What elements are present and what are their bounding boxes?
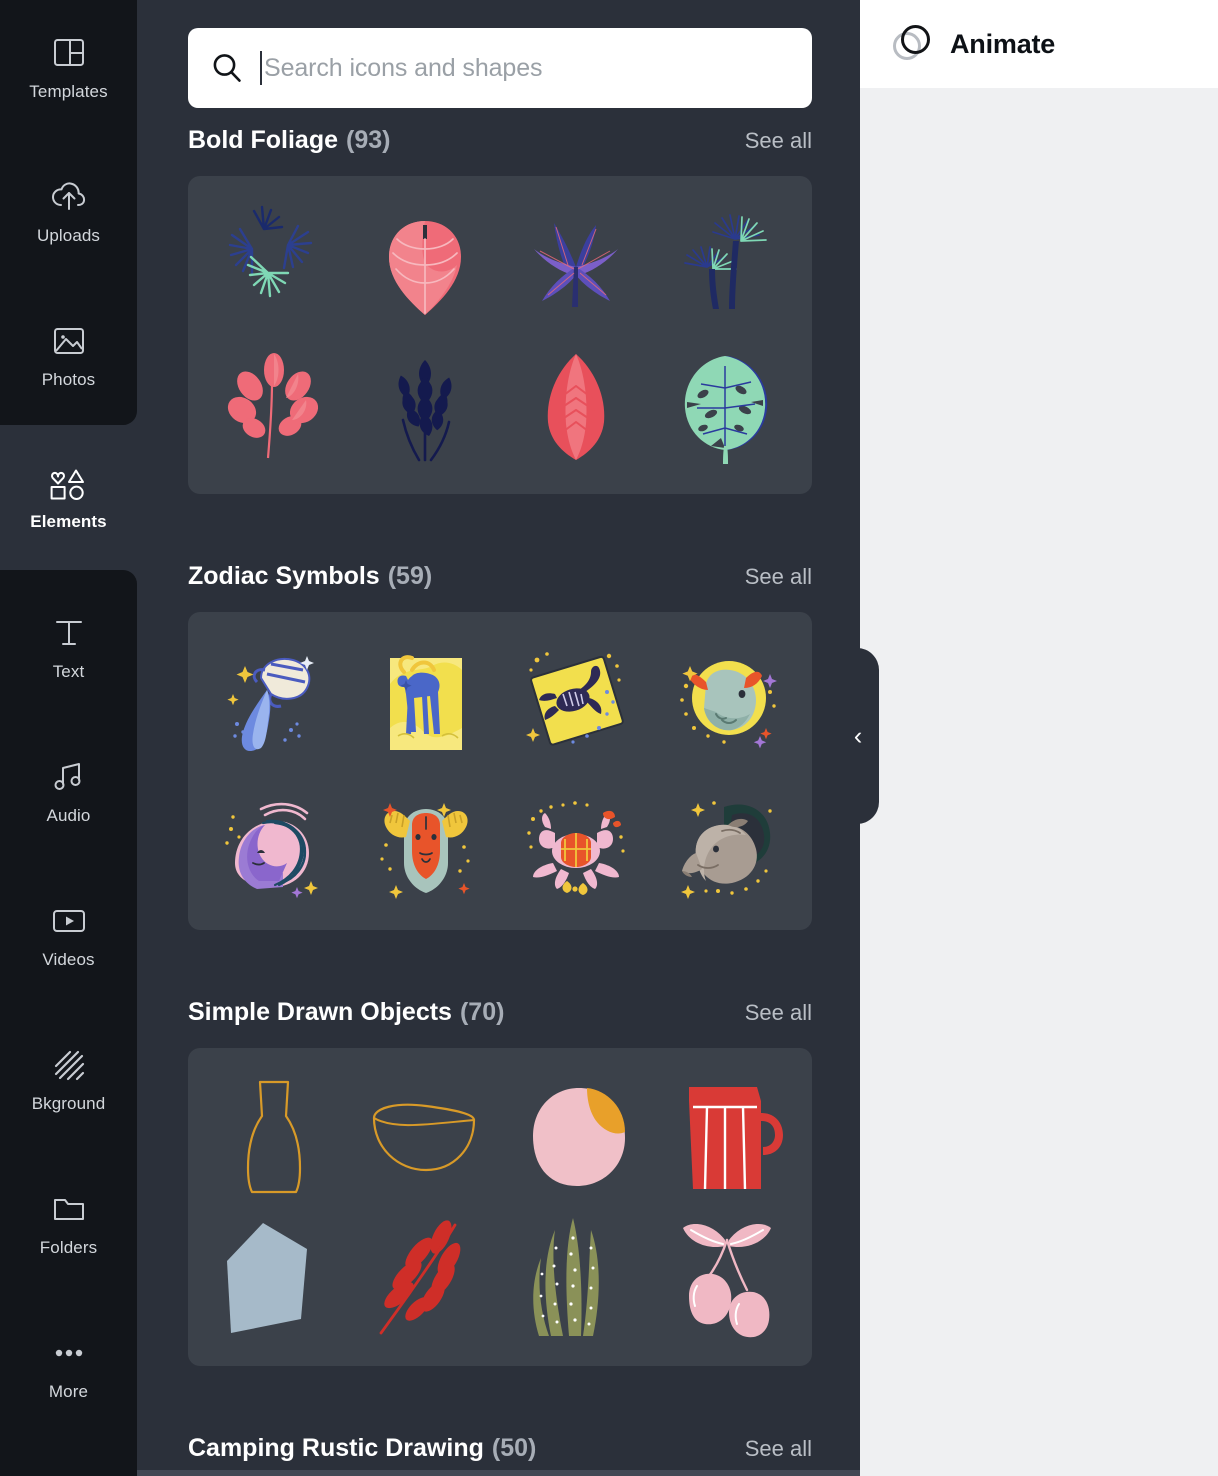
section-title-group: Zodiac Symbols (59) bbox=[188, 562, 432, 591]
chevron-left-icon: ‹ bbox=[853, 721, 863, 750]
element-tile[interactable] bbox=[349, 194, 500, 335]
text-caret bbox=[260, 51, 262, 85]
section-zodiac-symbols: Zodiac Symbols (59) See all bbox=[188, 562, 812, 930]
search-icon bbox=[210, 51, 244, 85]
element-tile[interactable] bbox=[198, 630, 349, 771]
overlapping-circles-icon bbox=[892, 22, 936, 66]
element-tile[interactable] bbox=[349, 1207, 500, 1348]
element-tile[interactable] bbox=[651, 630, 802, 771]
element-tile[interactable] bbox=[349, 335, 500, 476]
cloud-upload-icon bbox=[49, 177, 89, 217]
element-grid bbox=[188, 612, 812, 930]
section-header: Simple Drawn Objects (70) See all bbox=[188, 998, 812, 1034]
video-play-icon bbox=[49, 901, 89, 941]
sidebar-item-templates[interactable]: Templates bbox=[0, 8, 137, 126]
search-bar[interactable]: Search icons and shapes bbox=[188, 28, 812, 108]
section-title-group: Simple Drawn Objects (70) bbox=[188, 998, 504, 1027]
sidebar-item-more[interactable]: More bbox=[0, 1308, 137, 1426]
section-title: Zodiac Symbols bbox=[188, 562, 380, 590]
section-title: Simple Drawn Objects bbox=[188, 998, 452, 1026]
element-tile[interactable] bbox=[500, 1066, 651, 1207]
templates-layout-icon bbox=[49, 33, 89, 73]
element-tile[interactable] bbox=[651, 771, 802, 912]
element-tile[interactable] bbox=[500, 630, 651, 771]
section-bold-foliage: Bold Foliage (93) See all bbox=[188, 126, 812, 494]
sidebar-item-uploads[interactable]: Uploads bbox=[0, 152, 137, 270]
see-all-link[interactable]: See all bbox=[745, 1436, 812, 1462]
element-tile[interactable] bbox=[198, 335, 349, 476]
ellipsis-icon bbox=[49, 1333, 89, 1373]
element-tile[interactable] bbox=[651, 1207, 802, 1348]
section-title-group: Camping Rustic Drawing (50) bbox=[188, 1434, 536, 1463]
element-tile[interactable] bbox=[651, 194, 802, 335]
element-tile[interactable] bbox=[349, 1066, 500, 1207]
section-header: Zodiac Symbols (59) See all bbox=[188, 562, 812, 598]
design-canvas-area bbox=[860, 0, 1218, 1476]
panel-bottom-divider bbox=[137, 1470, 860, 1476]
element-tile[interactable] bbox=[349, 771, 500, 912]
element-tile[interactable] bbox=[198, 194, 349, 335]
sidebar-item-label: Text bbox=[52, 661, 85, 681]
sidebar-item-photos[interactable]: Photos bbox=[0, 296, 137, 414]
element-tile[interactable] bbox=[651, 1066, 802, 1207]
section-header: Camping Rustic Drawing (50) See all bbox=[188, 1434, 812, 1470]
section-count: (50) bbox=[491, 1434, 537, 1462]
section-count: (70) bbox=[459, 998, 505, 1026]
sidebar-item-label: Templates bbox=[29, 81, 108, 101]
element-tile[interactable] bbox=[198, 1066, 349, 1207]
text-t-icon bbox=[49, 613, 89, 653]
sidebar-item-label: Photos bbox=[41, 369, 96, 389]
section-simple-drawn-objects: Simple Drawn Objects (70) See all bbox=[188, 998, 812, 1366]
music-note-icon bbox=[49, 757, 89, 797]
animate-button-label[interactable]: Animate bbox=[950, 29, 1055, 60]
see-all-link[interactable]: See all bbox=[745, 1000, 812, 1026]
sidebar-item-label: Uploads bbox=[36, 225, 101, 245]
element-grid bbox=[188, 176, 812, 494]
sidebar-item-videos[interactable]: Videos bbox=[0, 876, 137, 994]
element-tile[interactable] bbox=[500, 1207, 651, 1348]
elements-panel: Search icons and shapes Bold Foliage (93)… bbox=[137, 0, 860, 1476]
element-tile[interactable] bbox=[500, 771, 651, 912]
sidebar-item-bkground[interactable]: Bkground bbox=[0, 1020, 137, 1138]
sidebar-item-audio[interactable]: Audio bbox=[0, 732, 137, 850]
section-header: Bold Foliage (93) See all bbox=[188, 126, 812, 162]
left-nav-rail: Templates Uploads Photos Elements Text A… bbox=[0, 0, 137, 1476]
sidebar-item-label: Audio bbox=[46, 805, 91, 825]
see-all-link[interactable]: See all bbox=[745, 564, 812, 590]
sidebar-item-label: Videos bbox=[42, 949, 95, 969]
sidebar-item-label: Elements bbox=[30, 511, 107, 531]
sidebar-item-label: Folders bbox=[39, 1237, 98, 1257]
section-title-group: Bold Foliage (93) bbox=[188, 126, 390, 155]
section-count: (59) bbox=[387, 562, 433, 590]
sidebar-item-text[interactable]: Text bbox=[0, 588, 137, 706]
element-tile[interactable] bbox=[500, 335, 651, 476]
sidebar-item-elements[interactable]: Elements bbox=[0, 438, 137, 556]
image-icon bbox=[49, 321, 89, 361]
sidebar-item-label: Bkground bbox=[31, 1093, 106, 1113]
see-all-link[interactable]: See all bbox=[745, 128, 812, 154]
animate-toolbar: Animate bbox=[860, 0, 1218, 88]
element-tile[interactable] bbox=[500, 194, 651, 335]
folder-icon bbox=[49, 1189, 89, 1229]
search-placeholder: Search icons and shapes bbox=[264, 53, 543, 82]
section-count: (93) bbox=[346, 126, 391, 154]
collapse-panel-button[interactable]: ‹ bbox=[841, 648, 879, 824]
shapes-icon bbox=[49, 463, 89, 503]
element-tile[interactable] bbox=[198, 771, 349, 912]
element-grid bbox=[188, 1048, 812, 1366]
sidebar-item-folders[interactable]: Folders bbox=[0, 1164, 137, 1282]
section-title: Bold Foliage bbox=[188, 126, 338, 154]
element-tile[interactable] bbox=[198, 1207, 349, 1348]
elements-scroll-area[interactable]: Search icons and shapes Bold Foliage (93)… bbox=[137, 0, 860, 1476]
sidebar-item-label: More bbox=[48, 1381, 89, 1401]
app-root: Animate Search icons and shapes Bold Fol… bbox=[0, 0, 1218, 1476]
hatch-pattern-icon bbox=[49, 1045, 89, 1085]
element-tile[interactable] bbox=[349, 630, 500, 771]
section-title: Camping Rustic Drawing bbox=[188, 1434, 484, 1462]
element-tile[interactable] bbox=[651, 335, 802, 476]
search-input[interactable]: Search icons and shapes bbox=[260, 45, 790, 91]
